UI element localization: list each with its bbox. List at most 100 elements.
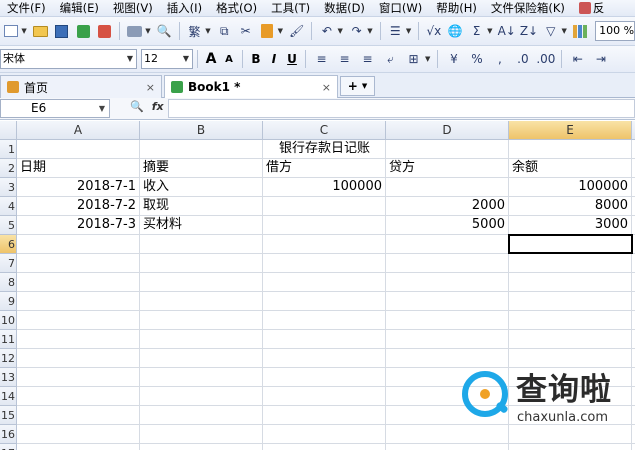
row-header[interactable]: 4 — [0, 197, 17, 216]
cell-debit[interactable] — [263, 216, 386, 235]
row-header[interactable]: 15 — [0, 406, 17, 425]
grid-cell[interactable] — [140, 330, 263, 349]
grid-cell[interactable] — [263, 368, 386, 387]
grid-cell[interactable] — [509, 444, 632, 450]
grid-cell[interactable] — [509, 254, 632, 273]
grid-cell[interactable] — [263, 444, 386, 450]
row-header[interactable]: 1 — [0, 140, 17, 159]
grid-cell[interactable] — [17, 368, 140, 387]
grid-cell[interactable] — [17, 140, 140, 159]
grid-cell[interactable] — [263, 235, 386, 254]
close-icon[interactable]: × — [146, 81, 155, 94]
grid-cell[interactable] — [140, 140, 263, 159]
column-header-c[interactable]: C — [263, 121, 386, 140]
grid-cell[interactable] — [386, 330, 509, 349]
align-left-icon[interactable]: ≡ — [312, 50, 331, 69]
decrease-indent-icon[interactable]: ⇤ — [568, 50, 587, 69]
tab-book1[interactable]: Book1 * × — [164, 75, 338, 98]
grid-cell[interactable] — [17, 387, 140, 406]
currency-icon[interactable]: ¥ — [444, 50, 463, 69]
sort-asc-icon[interactable]: A↓ — [498, 22, 516, 41]
cell-date[interactable]: 2018-7-1 — [17, 178, 140, 197]
formula-input[interactable] — [168, 99, 635, 118]
undo-dropdown-icon[interactable]: ▼ — [338, 27, 343, 35]
row-header[interactable]: 17 — [0, 444, 17, 450]
grid-cell[interactable] — [263, 311, 386, 330]
sum-dropdown-icon[interactable]: ▼ — [487, 27, 492, 35]
grid-cell[interactable] — [17, 425, 140, 444]
grid-cell[interactable] — [140, 292, 263, 311]
select-all-corner[interactable] — [0, 121, 17, 140]
menu-edit[interactable]: 编辑(E) — [53, 0, 106, 16]
redo-icon[interactable]: ↷ — [348, 22, 365, 41]
cell-credit[interactable] — [386, 178, 509, 197]
insert-function-button[interactable]: fx — [152, 100, 164, 113]
grid-cell[interactable] — [263, 349, 386, 368]
row-header[interactable]: 13 — [0, 368, 17, 387]
menu-tools[interactable]: 工具(T) — [264, 0, 317, 16]
decrease-decimal-icon[interactable]: .00 — [536, 50, 555, 69]
chart-icon[interactable] — [572, 22, 589, 41]
shrink-font-button[interactable]: A — [220, 54, 238, 65]
sort-desc-icon[interactable]: Z↓ — [520, 22, 538, 41]
grid-cell[interactable] — [509, 311, 632, 330]
percent-button[interactable]: % — [467, 50, 486, 69]
grow-font-button[interactable]: A — [202, 51, 220, 67]
grid-cell[interactable] — [17, 292, 140, 311]
grid-cell[interactable] — [263, 273, 386, 292]
align-right-icon[interactable]: ≡ — [358, 50, 377, 69]
row-header[interactable]: 6 — [0, 235, 17, 254]
bold-button[interactable]: B — [247, 52, 265, 66]
grid-cell[interactable] — [17, 311, 140, 330]
row-col-dropdown-icon[interactable]: ▼ — [406, 27, 411, 35]
grid-cell[interactable] — [17, 349, 140, 368]
underline-button[interactable]: U — [283, 52, 301, 66]
name-box[interactable]: E6 ▼ — [0, 99, 110, 118]
grid-cell[interactable] — [17, 330, 140, 349]
cell-summary[interactable]: 收入 — [140, 178, 263, 197]
close-icon[interactable]: × — [322, 81, 331, 94]
grid-cell[interactable] — [509, 330, 632, 349]
zoom-search-icon[interactable]: 🔍 — [130, 100, 144, 113]
header-summary[interactable]: 摘要 — [140, 159, 263, 178]
redo-dropdown-icon[interactable]: ▼ — [367, 27, 372, 35]
undo-icon[interactable]: ↶ — [318, 22, 335, 41]
row-header[interactable]: 12 — [0, 349, 17, 368]
function-icon[interactable]: √x — [425, 22, 442, 41]
menu-file[interactable]: 文件(F) — [0, 0, 53, 16]
grid-cell[interactable] — [386, 292, 509, 311]
row-header[interactable]: 14 — [0, 387, 17, 406]
grid-cell[interactable] — [140, 273, 263, 292]
cell-debit[interactable] — [263, 197, 386, 216]
comma-style-button[interactable]: , — [490, 50, 509, 69]
menu-file-safe[interactable]: 文件保险箱(K) — [484, 0, 572, 16]
traditional-dropdown-icon[interactable]: ▼ — [205, 27, 210, 35]
wrap-text-icon[interactable]: ⤶ — [381, 50, 400, 69]
grid-cell[interactable] — [386, 349, 509, 368]
grid-cell[interactable] — [263, 387, 386, 406]
grid-cell[interactable] — [263, 425, 386, 444]
paste-dropdown-icon[interactable]: ▼ — [278, 27, 283, 35]
grid-cell[interactable] — [140, 235, 263, 254]
increase-indent-icon[interactable]: ⇥ — [591, 50, 610, 69]
save-icon[interactable] — [53, 22, 70, 41]
row-header[interactable]: 11 — [0, 330, 17, 349]
grid-cell[interactable] — [386, 235, 509, 254]
font-name-select[interactable]: 宋体 ▼ — [0, 49, 137, 69]
zoom-select[interactable]: 100 % — [595, 21, 635, 41]
grid-cell[interactable] — [140, 311, 263, 330]
grid-cell[interactable] — [263, 254, 386, 273]
grid-cell[interactable] — [140, 254, 263, 273]
grid-cell[interactable] — [386, 444, 509, 450]
grid-cell[interactable] — [509, 349, 632, 368]
menu-data[interactable]: 数据(D) — [317, 0, 372, 16]
grid-cell[interactable] — [263, 292, 386, 311]
grid-cell[interactable] — [386, 273, 509, 292]
row-header[interactable]: 5 — [0, 216, 17, 235]
row-header[interactable]: 10 — [0, 311, 17, 330]
new-tab-button[interactable]: + ▼ — [340, 76, 375, 96]
sheet-title[interactable]: 银行存款日记账 — [263, 140, 386, 158]
pdf-icon[interactable] — [96, 22, 113, 41]
format-painter-icon[interactable]: 🖌 — [288, 22, 305, 41]
print-preview-icon[interactable]: 🔍 — [156, 22, 173, 41]
